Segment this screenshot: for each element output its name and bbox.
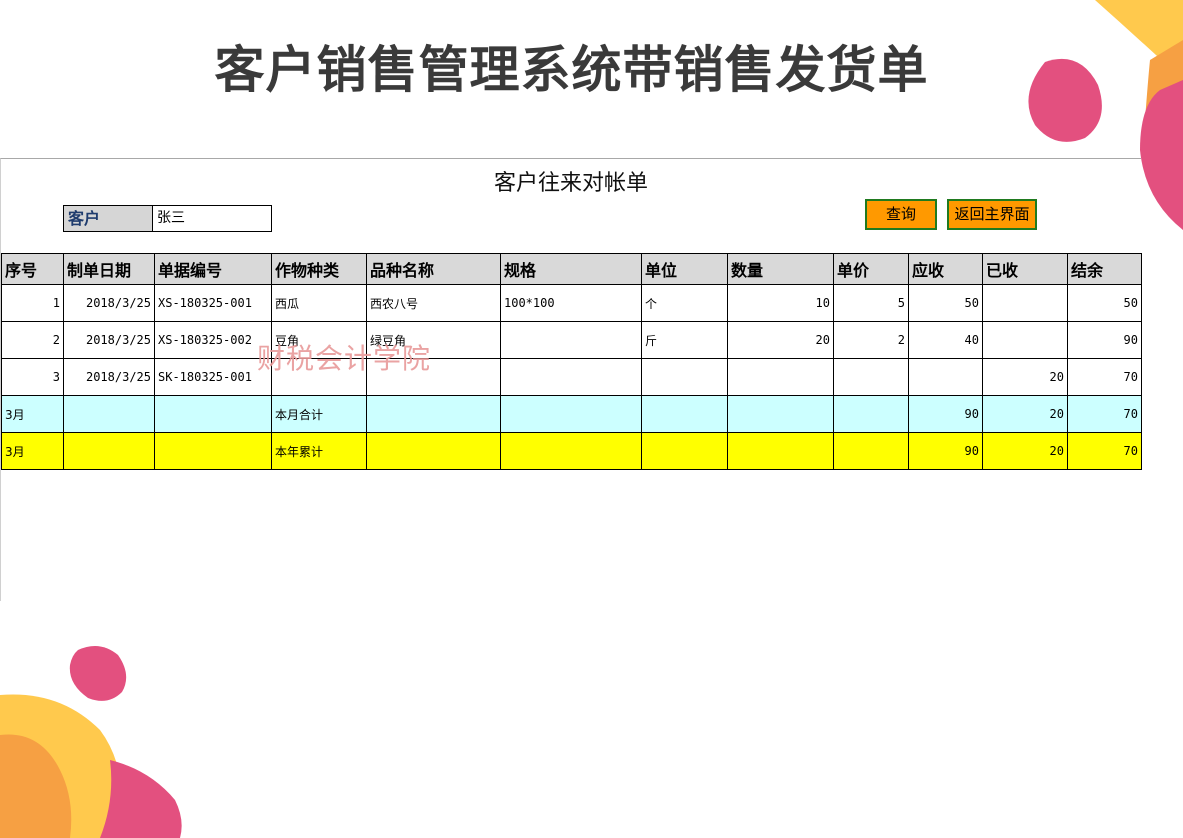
cell[interactable]: 10 [727, 284, 834, 322]
cell[interactable]: 20 [982, 395, 1068, 433]
customer-label: 客户 [63, 205, 153, 232]
cell[interactable] [500, 358, 642, 396]
cell[interactable] [63, 395, 155, 433]
cell[interactable]: XS-180325-002 [154, 321, 272, 359]
cell[interactable] [500, 432, 642, 470]
cell[interactable] [500, 321, 642, 359]
cell[interactable]: 50 [1067, 284, 1142, 322]
customer-field[interactable]: 张三 [153, 205, 272, 232]
cell[interactable]: 2 [833, 321, 909, 359]
cell[interactable]: XS-180325-001 [154, 284, 272, 322]
cell[interactable] [641, 432, 728, 470]
cell[interactable]: 90 [908, 395, 983, 433]
cell[interactable] [982, 284, 1068, 322]
cell[interactable]: 本年累计 [271, 432, 367, 470]
cell[interactable] [641, 358, 728, 396]
table-row: 3 2018/3/25 SK-180325-001 20 70 [1, 358, 1142, 396]
cell[interactable]: 3月 [1, 395, 64, 433]
cell[interactable] [908, 358, 983, 396]
pink-drop-bottom-left [69, 646, 127, 701]
cell[interactable] [271, 358, 367, 396]
page-title: 客户销售管理系统带销售发货单 [214, 41, 929, 99]
month-total-row: 3月 本月合计 90 20 70 [1, 395, 1142, 433]
cell[interactable]: 3月 [1, 432, 64, 470]
cell[interactable]: 20 [727, 321, 834, 359]
cell[interactable] [366, 395, 501, 433]
cell[interactable]: 2018/3/25 [63, 284, 155, 322]
cell[interactable]: 70 [1067, 395, 1142, 433]
cell[interactable]: 70 [1067, 432, 1142, 470]
table-header-row: 序号 制单日期 单据编号 作物种类 品种名称 规格 单位 数量 单价 应收 已收… [1, 253, 1142, 285]
table-row: 1 2018/3/25 XS-180325-001 西瓜 西农八号 100*10… [1, 284, 1142, 322]
cell[interactable]: 5 [833, 284, 909, 322]
query-button[interactable]: 查询 [865, 199, 937, 230]
col-header: 结余 [1067, 253, 1142, 285]
cell[interactable] [641, 395, 728, 433]
col-header: 单位 [641, 253, 728, 285]
cell[interactable]: 2 [1, 321, 64, 359]
col-header: 品种名称 [366, 253, 501, 285]
cell[interactable]: 2018/3/25 [63, 321, 155, 359]
cell[interactable]: 20 [982, 432, 1068, 470]
cell[interactable]: 2018/3/25 [63, 358, 155, 396]
col-header: 数量 [727, 253, 834, 285]
cell[interactable] [833, 395, 909, 433]
cell[interactable]: 90 [1067, 321, 1142, 359]
statement-sheet: 客户往来对帐单 客户 张三 查询 返回主界面 序号 制单日期 单据编号 作物种类… [0, 158, 1142, 601]
year-total-row: 3月 本年累计 90 20 70 [1, 432, 1142, 470]
col-header: 单据编号 [154, 253, 272, 285]
cell[interactable]: 个 [641, 284, 728, 322]
cell[interactable]: 3 [1, 358, 64, 396]
cell[interactable]: 1 [1, 284, 64, 322]
cell[interactable] [727, 395, 834, 433]
col-header: 应收 [908, 253, 983, 285]
cell[interactable]: 100*100 [500, 284, 642, 322]
cell[interactable] [982, 321, 1068, 359]
cell[interactable]: 西瓜 [271, 284, 367, 322]
cell[interactable] [727, 432, 834, 470]
col-header: 作物种类 [271, 253, 367, 285]
table-row: 2 2018/3/25 XS-180325-002 豆角 绿豆角 斤 20 2 … [1, 321, 1142, 359]
cell[interactable]: 本月合计 [271, 395, 367, 433]
cell[interactable] [366, 432, 501, 470]
cell[interactable]: 斤 [641, 321, 728, 359]
cell[interactable] [833, 358, 909, 396]
cell[interactable] [63, 432, 155, 470]
cell[interactable]: 绿豆角 [366, 321, 501, 359]
col-header: 序号 [1, 253, 64, 285]
cell[interactable] [154, 432, 272, 470]
sheet-title: 客户往来对帐单 [493, 171, 648, 196]
back-to-main-button[interactable]: 返回主界面 [947, 199, 1037, 230]
pink-blob-bottom-left [100, 760, 182, 838]
cell[interactable]: 西农八号 [366, 284, 501, 322]
col-header: 已收 [982, 253, 1068, 285]
cell[interactable]: 70 [1067, 358, 1142, 396]
cell[interactable]: 50 [908, 284, 983, 322]
col-header: 单价 [833, 253, 909, 285]
cell[interactable] [154, 395, 272, 433]
cell[interactable] [366, 358, 501, 396]
col-header: 规格 [500, 253, 642, 285]
col-header: 制单日期 [63, 253, 155, 285]
cell[interactable]: 20 [982, 358, 1068, 396]
cell[interactable] [727, 358, 834, 396]
statement-table: 序号 制单日期 单据编号 作物种类 品种名称 规格 单位 数量 单价 应收 已收… [1, 253, 1142, 470]
cell[interactable]: SK-180325-001 [154, 358, 272, 396]
cell[interactable] [500, 395, 642, 433]
cell[interactable] [833, 432, 909, 470]
cell[interactable]: 40 [908, 321, 983, 359]
cell[interactable]: 90 [908, 432, 983, 470]
cell[interactable]: 豆角 [271, 321, 367, 359]
